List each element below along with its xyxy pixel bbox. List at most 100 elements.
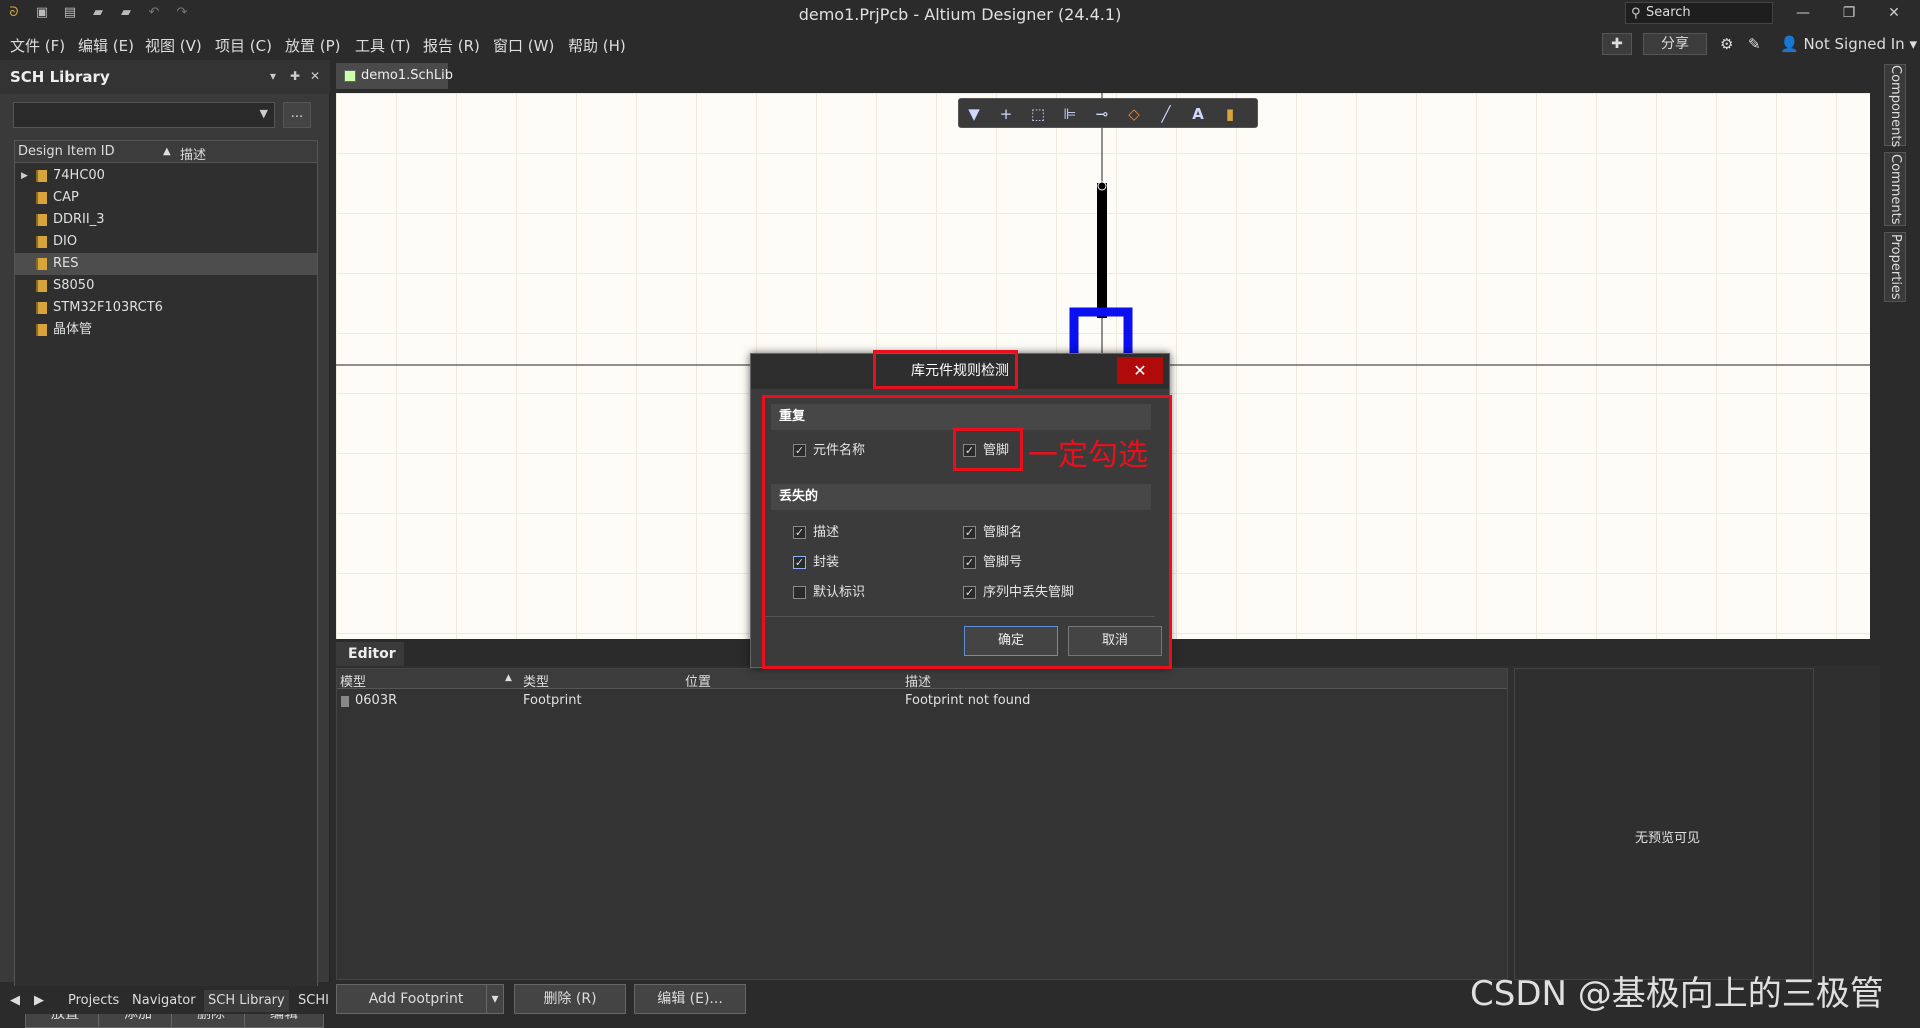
pin-hotspot[interactable] xyxy=(1097,181,1107,191)
menu-tools[interactable]: 工具 (T) xyxy=(355,35,411,56)
tab-schi[interactable]: SCHI xyxy=(294,990,333,1012)
preview-text: 无预览可见 xyxy=(1635,831,1701,846)
search-box[interactable]: ⚲ Search xyxy=(1625,2,1773,24)
tab-prev-icon[interactable]: ◀ xyxy=(6,990,24,1012)
filter-combo[interactable]: ▼ xyxy=(13,102,275,128)
notifications-icon[interactable]: ✎ xyxy=(1748,35,1761,53)
sch-library-panel: SCH Library ▾ ✚ ✕ ▼ ... Design Item ID ▲… xyxy=(0,60,330,1028)
list-item[interactable]: DIO xyxy=(15,231,317,253)
sort-asc-icon: ▲ xyxy=(505,673,512,683)
list-item[interactable]: CAP xyxy=(15,187,317,209)
user-signin[interactable]: 👤 Not Signed In ▾ xyxy=(1780,35,1917,53)
settings-icon[interactable]: ⚙ xyxy=(1720,35,1733,53)
tab-comments[interactable]: Comments xyxy=(1884,152,1906,226)
cell-description: Footprint not found xyxy=(905,693,1031,708)
right-panel-tabs: Components Comments Properties xyxy=(1880,60,1920,990)
add-footprint-dropdown[interactable]: ▾ xyxy=(486,984,504,1014)
col-design-item-id[interactable]: Design Item ID xyxy=(18,144,115,159)
menu-window[interactable]: 窗口 (W) xyxy=(493,35,554,56)
expand-icon[interactable]: ▶ xyxy=(21,165,28,187)
menu-bar: 文件 (F) 编辑 (E) 视图 (V) 项目 (C) 放置 (P) 工具 (T… xyxy=(0,30,1920,58)
list-item[interactable]: ▶ 74HC00 xyxy=(15,165,317,187)
model-grid-header: 模型 ▲ 类型 位置 描述 xyxy=(337,669,1507,690)
watermark: CSDN @基极向上的三极管 xyxy=(1470,974,1884,1014)
menu-edit[interactable]: 编辑 (E) xyxy=(78,35,134,56)
component-icon xyxy=(36,302,47,314)
eraser-icon[interactable]: ◇ xyxy=(1123,104,1145,124)
col-description[interactable]: 描述 xyxy=(905,671,931,690)
tab-components[interactable]: Components xyxy=(1884,64,1906,147)
col-location[interactable]: 位置 xyxy=(685,671,711,690)
move-icon[interactable]: + xyxy=(995,104,1017,124)
add-footprint-button[interactable]: Add Footprint xyxy=(336,984,496,1014)
annotation-text: 一定勾选 xyxy=(1028,438,1148,473)
col-type[interactable]: 类型 xyxy=(523,671,549,690)
component-icon xyxy=(36,214,47,226)
close-window-button[interactable]: ✕ xyxy=(1874,2,1914,24)
remove-model-button[interactable]: 删除 (R) xyxy=(514,984,626,1014)
feedback-button[interactable]: ✚ xyxy=(1602,33,1632,55)
list-item-label: DDRII_3 xyxy=(53,212,105,227)
close-panel-icon[interactable]: ✕ xyxy=(310,69,320,83)
menu-reports[interactable]: 报告 (R) xyxy=(423,35,480,56)
menu-file[interactable]: 文件 (F) xyxy=(10,35,65,56)
browse-button[interactable]: ... xyxy=(283,102,311,128)
component-icon xyxy=(36,280,47,292)
filter-icon[interactable]: ▼ xyxy=(963,104,985,124)
schlib-file-icon xyxy=(344,70,356,82)
component-icon xyxy=(36,192,47,204)
tab-navigator[interactable]: Navigator xyxy=(128,990,200,1012)
col-description[interactable]: 描述 xyxy=(180,144,206,163)
tab-sch-library[interactable]: SCH Library xyxy=(204,990,289,1012)
dialog-close-button[interactable]: ✕ xyxy=(1117,357,1163,384)
component-icon xyxy=(36,324,47,336)
tab-next-icon[interactable]: ▶ xyxy=(30,990,48,1012)
edit-model-button[interactable]: 编辑 (E)... xyxy=(634,984,746,1014)
place-pin-icon[interactable]: ⊸ xyxy=(1091,104,1113,124)
panel-tabs: ◀ ▶ Projects Navigator SCH Library SCHI xyxy=(0,986,336,1014)
align-icon[interactable]: ⊫ xyxy=(1059,104,1081,124)
list-item[interactable]: 晶体管 xyxy=(15,319,317,341)
line-icon[interactable]: ╱ xyxy=(1155,104,1177,124)
chevron-down-icon: ▼ xyxy=(259,107,268,120)
menu-place[interactable]: 放置 (P) xyxy=(285,35,341,56)
text-icon[interactable]: A xyxy=(1187,104,1209,124)
search-icon: ⚲ xyxy=(1631,6,1641,21)
tab-properties[interactable]: Properties xyxy=(1884,232,1906,302)
footprint-icon xyxy=(341,696,349,707)
pin-icon[interactable]: ✚ xyxy=(290,69,300,83)
table-row[interactable]: 0603R Footprint Footprint not found xyxy=(337,691,1507,711)
component-icon xyxy=(36,236,47,248)
select-rect-icon[interactable]: ⬚ xyxy=(1027,104,1049,124)
list-item[interactable]: RES xyxy=(15,253,317,275)
tab-projects[interactable]: Projects xyxy=(64,990,123,1012)
list-item[interactable]: S8050 xyxy=(15,275,317,297)
menu-help[interactable]: 帮助 (H) xyxy=(568,35,626,56)
menu-project[interactable]: 项目 (C) xyxy=(215,35,272,56)
model-preview: 无预览可见 xyxy=(1514,668,1814,980)
panel-header: SCH Library ▾ ✚ ✕ xyxy=(0,60,330,94)
share-button[interactable]: 分享 xyxy=(1643,33,1707,55)
editor-tab[interactable]: Editor xyxy=(336,642,404,666)
document-tab[interactable]: demo1.SchLib xyxy=(336,63,453,89)
restore-button[interactable]: ❐ xyxy=(1829,2,1869,24)
cell-type: Footprint xyxy=(523,693,582,708)
model-grid: 模型 ▲ 类型 位置 描述 0603R Footprint Footprint … xyxy=(336,668,1508,980)
panel-menu-icon[interactable]: ▾ xyxy=(270,69,276,83)
list-item-label: RES xyxy=(53,256,79,271)
component-list: Design Item ID ▲ 描述 ▶ 74HC00 CAP DDRII_3 DIO… xyxy=(14,140,318,995)
share-label: 分享 xyxy=(1661,36,1689,52)
menu-view[interactable]: 视图 (V) xyxy=(145,35,202,56)
list-item-label: DIO xyxy=(53,234,78,249)
col-model[interactable]: 模型 xyxy=(340,671,366,690)
list-item-label: CAP xyxy=(53,190,79,205)
component-icon[interactable]: ▮ xyxy=(1219,104,1241,124)
list-item[interactable]: STM32F103RCT6 xyxy=(15,297,317,319)
sort-asc-icon: ▲ xyxy=(163,146,171,157)
minimize-button[interactable]: — xyxy=(1783,2,1823,24)
list-item[interactable]: DDRII_3 xyxy=(15,209,317,231)
list-header: Design Item ID ▲ 描述 xyxy=(15,141,317,163)
add-footprint-label: Add Footprint xyxy=(368,991,464,1007)
active-bar: ▼ + ⬚ ⊫ ⊸ ◇ ╱ A ▮ xyxy=(958,98,1258,128)
cell-model: 0603R xyxy=(355,693,398,708)
